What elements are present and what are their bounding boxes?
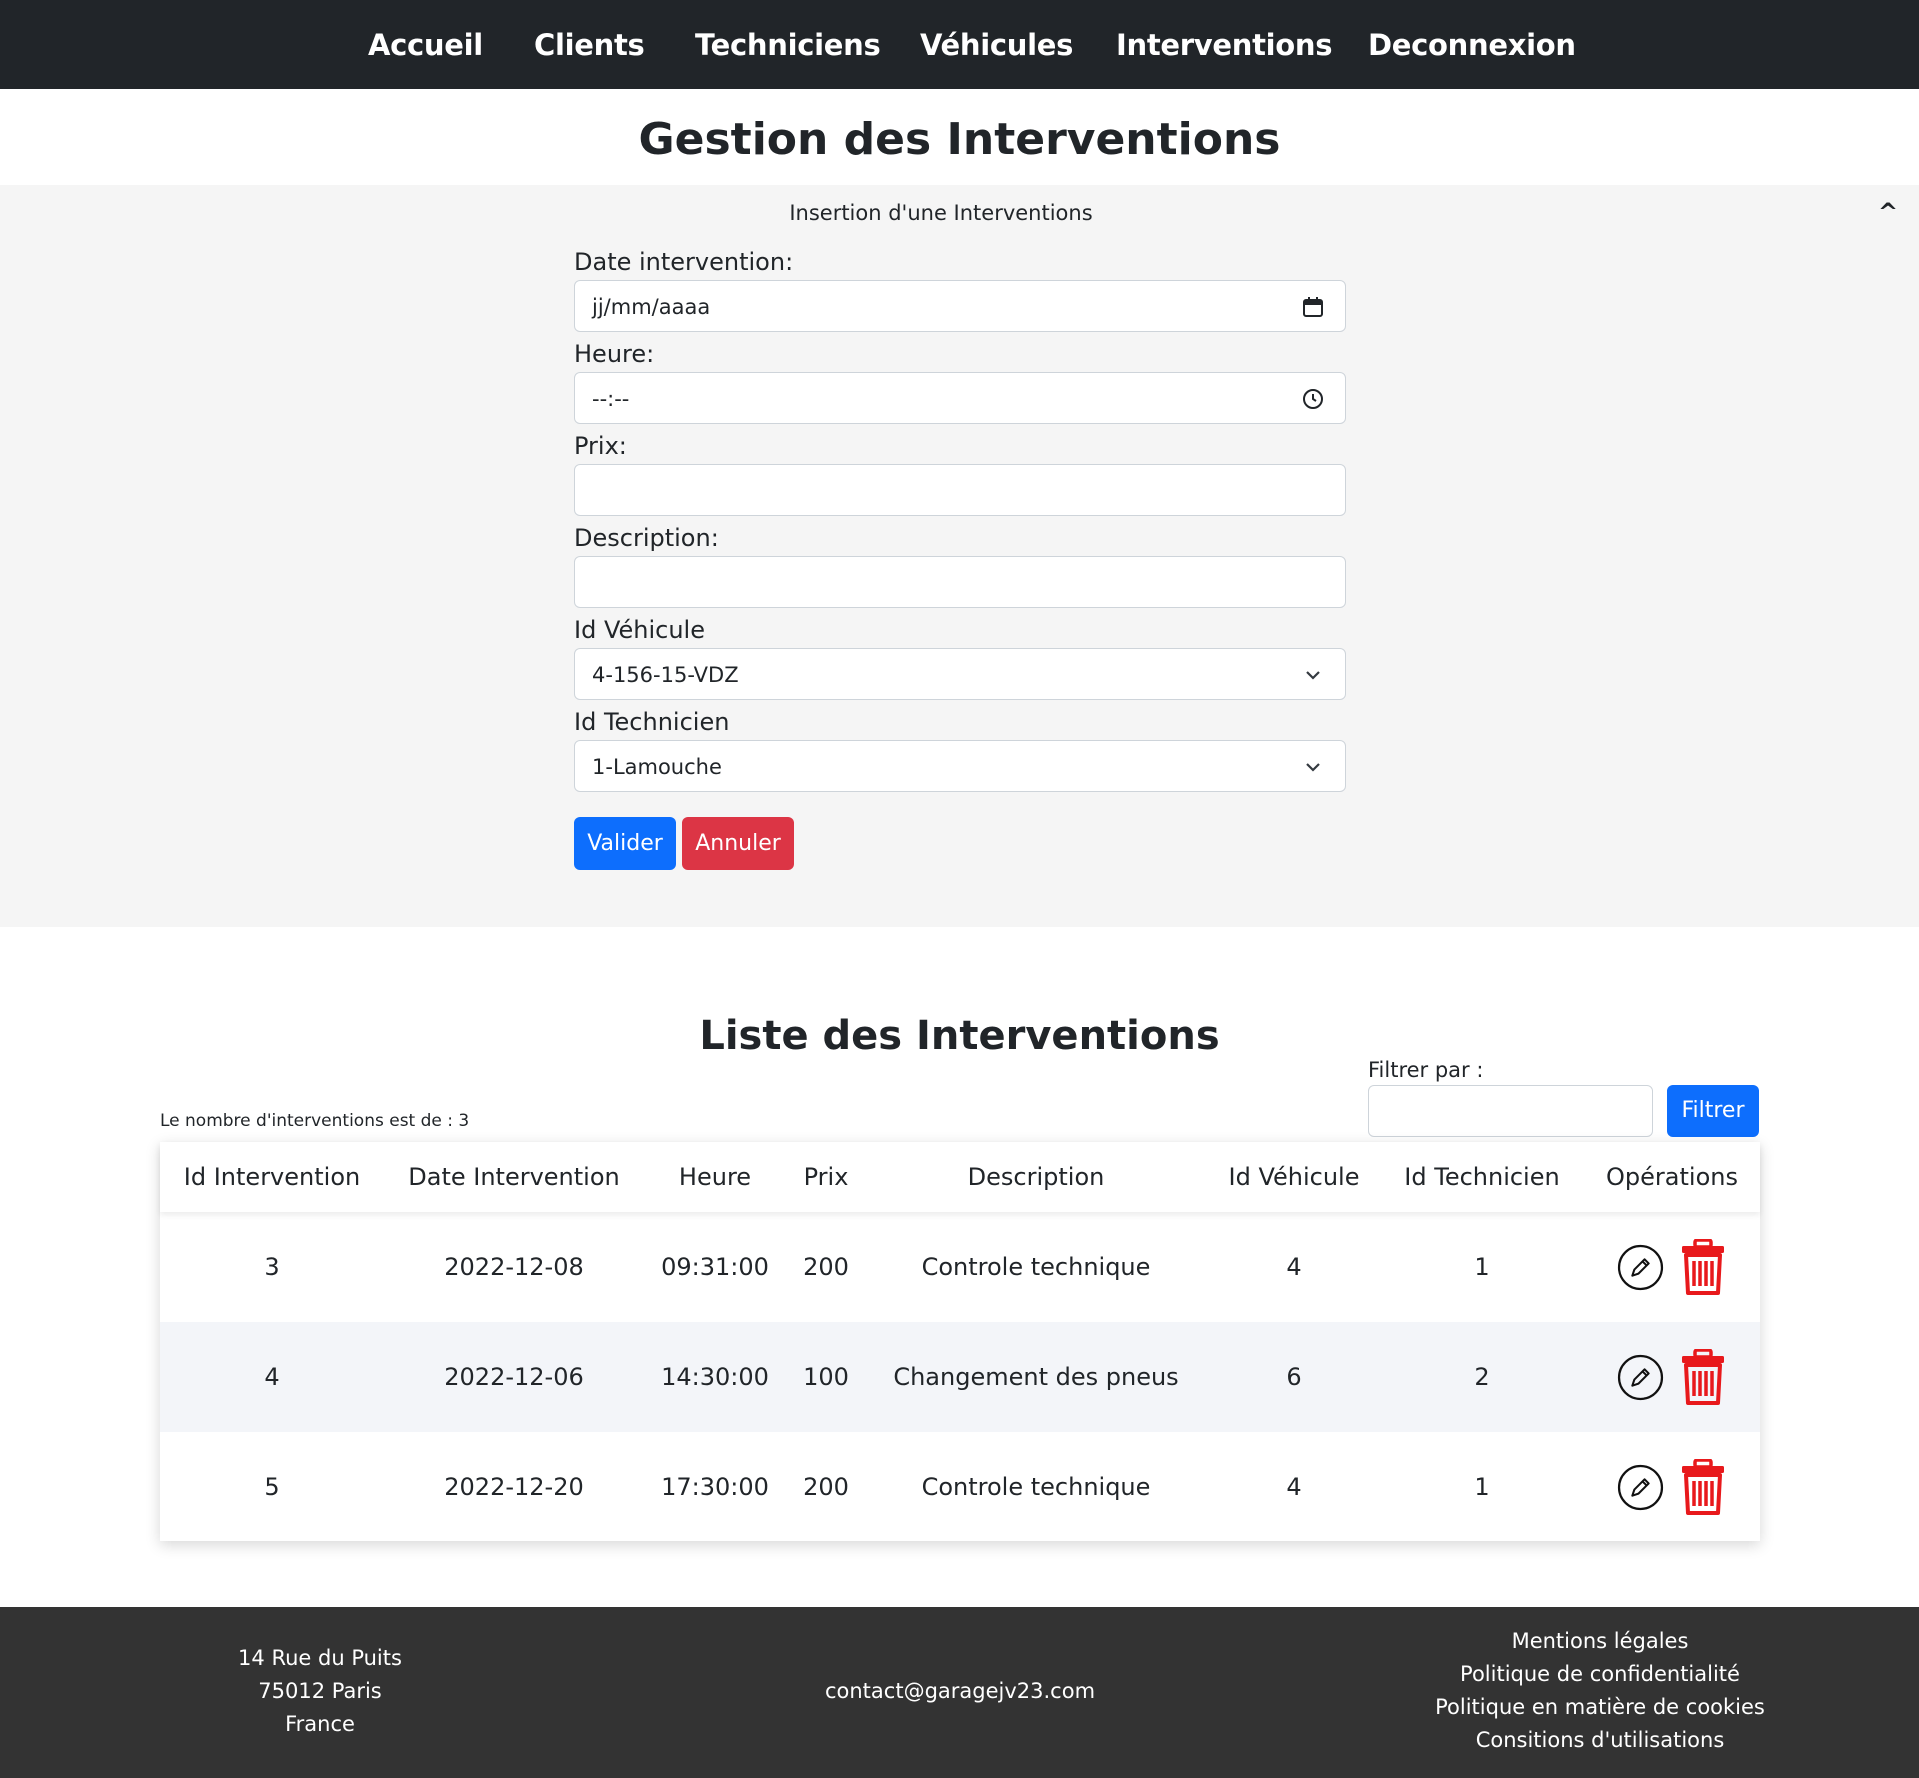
id-vehicule-label: Id Véhicule — [574, 616, 705, 644]
cell-id-intervention: 4 — [264, 1363, 280, 1391]
description-input[interactable] — [574, 556, 1346, 608]
cell-date-intervention: 2022-12-06 — [444, 1363, 584, 1391]
pencil-circle-icon[interactable] — [1617, 1464, 1664, 1511]
col-header-id-technicien: Id Technicien — [1404, 1163, 1560, 1191]
chevron-down-icon — [1306, 671, 1320, 680]
date-intervention-label: Date intervention: — [574, 248, 794, 276]
insertion-form-panel: Insertion d'une Interventions ^ Date int… — [0, 185, 1919, 927]
table-row: 3 2022-12-08 09:31:00 200 Controle techn… — [160, 1212, 1760, 1322]
cell-date-intervention: 2022-12-20 — [444, 1473, 584, 1501]
nav-link-accueil[interactable]: Accueil — [368, 26, 483, 64]
id-technicien-label: Id Technicien — [574, 708, 730, 736]
nav-link-clients[interactable]: Clients — [534, 26, 645, 64]
list-title: Liste des Interventions — [699, 1013, 1220, 1059]
id-technicien-select[interactable]: 1-Lamouche — [574, 740, 1346, 792]
footer-address-country: France — [285, 1712, 355, 1736]
date-intervention-placeholder: jj/mm/aaaa — [592, 295, 711, 319]
cell-id-vehicule: 4 — [1286, 1473, 1302, 1501]
pencil-circle-icon[interactable] — [1617, 1354, 1664, 1401]
col-header-prix: Prix — [803, 1163, 849, 1191]
col-header-operations: Opérations — [1606, 1163, 1738, 1191]
cell-heure: 14:30:00 — [661, 1363, 769, 1391]
cell-prix: 100 — [803, 1363, 849, 1391]
top-navbar: Accueil Clients Techniciens Véhicules In… — [0, 0, 1919, 89]
cell-id-vehicule: 4 — [1286, 1253, 1302, 1281]
filter-label: Filtrer par : — [1368, 1058, 1484, 1082]
valider-button[interactable]: Valider — [574, 817, 676, 870]
heure-label: Heure: — [574, 340, 655, 368]
heure-input[interactable]: --:-- — [574, 372, 1346, 424]
table-row: 4 2022-12-06 14:30:00 100 Changement des… — [160, 1322, 1760, 1432]
interventions-count: Le nombre d'interventions est de : 3 — [160, 1111, 470, 1131]
nav-link-techniciens[interactable]: Techniciens — [695, 26, 881, 64]
cell-id-intervention: 3 — [264, 1253, 280, 1281]
pencil-circle-icon[interactable] — [1617, 1244, 1664, 1291]
cell-id-technicien: 1 — [1474, 1473, 1490, 1501]
nav-link-vehicules[interactable]: Véhicules — [920, 26, 1073, 64]
id-technicien-selected: 1-Lamouche — [592, 755, 722, 779]
cell-heure: 17:30:00 — [661, 1473, 769, 1501]
cell-heure: 09:31:00 — [661, 1253, 769, 1281]
cell-prix: 200 — [803, 1473, 849, 1501]
cell-prix: 200 — [803, 1253, 849, 1281]
footer-email-link[interactable]: contact@garagejv23.com — [825, 1677, 1095, 1705]
description-label: Description: — [574, 524, 719, 552]
footer-link-conditions[interactable]: Consitions d'utilisations — [1476, 1726, 1725, 1754]
id-vehicule-select[interactable]: 4-156-15-VDZ — [574, 648, 1346, 700]
heure-placeholder: --:-- — [592, 387, 630, 411]
table-row: 5 2022-12-20 17:30:00 200 Controle techn… — [160, 1432, 1760, 1542]
clock-icon[interactable] — [1301, 387, 1325, 411]
page-title: Gestion des Interventions — [638, 114, 1281, 165]
filter-input[interactable] — [1368, 1085, 1653, 1137]
nav-link-deconnexion[interactable]: Deconnexion — [1368, 26, 1576, 64]
footer-link-cookies[interactable]: Politique en matière de cookies — [1435, 1693, 1765, 1721]
cell-description: Controle technique — [921, 1253, 1151, 1281]
date-intervention-input[interactable]: jj/mm/aaaa — [574, 280, 1346, 332]
col-header-description: Description — [967, 1163, 1105, 1191]
cell-date-intervention: 2022-12-08 — [444, 1253, 584, 1281]
chevron-down-icon — [1306, 763, 1320, 772]
footer-address-city: 75012 Paris — [258, 1679, 382, 1703]
cell-id-intervention: 5 — [264, 1473, 280, 1501]
col-header-date-intervention: Date Intervention — [408, 1163, 620, 1191]
footer-link-mentions-legales[interactable]: Mentions légales — [1512, 1627, 1689, 1655]
collapse-toggle-icon[interactable]: ^ — [1878, 197, 1898, 227]
cell-id-technicien: 2 — [1474, 1363, 1490, 1391]
col-header-id-intervention: Id Intervention — [183, 1163, 361, 1191]
footer: 14 Rue du Puits 75012 Paris France conta… — [0, 1607, 1919, 1778]
footer-address-street: 14 Rue du Puits — [238, 1646, 402, 1670]
filtrer-button[interactable]: Filtrer — [1667, 1085, 1759, 1137]
cell-id-technicien: 1 — [1474, 1253, 1490, 1281]
col-header-heure: Heure — [678, 1163, 752, 1191]
annuler-button[interactable]: Annuler — [682, 817, 794, 870]
nav-link-interventions[interactable]: Interventions — [1116, 26, 1333, 64]
footer-link-confidentialite[interactable]: Politique de confidentialité — [1460, 1660, 1740, 1688]
trash-icon[interactable] — [1680, 1239, 1726, 1295]
prix-input[interactable] — [574, 464, 1346, 516]
cell-description: Changement des pneus — [893, 1363, 1179, 1391]
col-header-id-vehicule: Id Véhicule — [1228, 1163, 1360, 1191]
trash-icon[interactable] — [1680, 1459, 1726, 1515]
form-panel-title: Insertion d'une Interventions — [789, 201, 1093, 225]
calendar-icon[interactable] — [1301, 295, 1325, 319]
prix-label: Prix: — [574, 432, 627, 460]
interventions-table: Id Intervention Date Intervention Heure … — [160, 1142, 1760, 1541]
table-header: Id Intervention Date Intervention Heure … — [160, 1142, 1760, 1212]
cell-description: Controle technique — [921, 1473, 1151, 1501]
id-vehicule-selected: 4-156-15-VDZ — [592, 663, 739, 687]
trash-icon[interactable] — [1680, 1349, 1726, 1405]
cell-id-vehicule: 6 — [1286, 1363, 1302, 1391]
